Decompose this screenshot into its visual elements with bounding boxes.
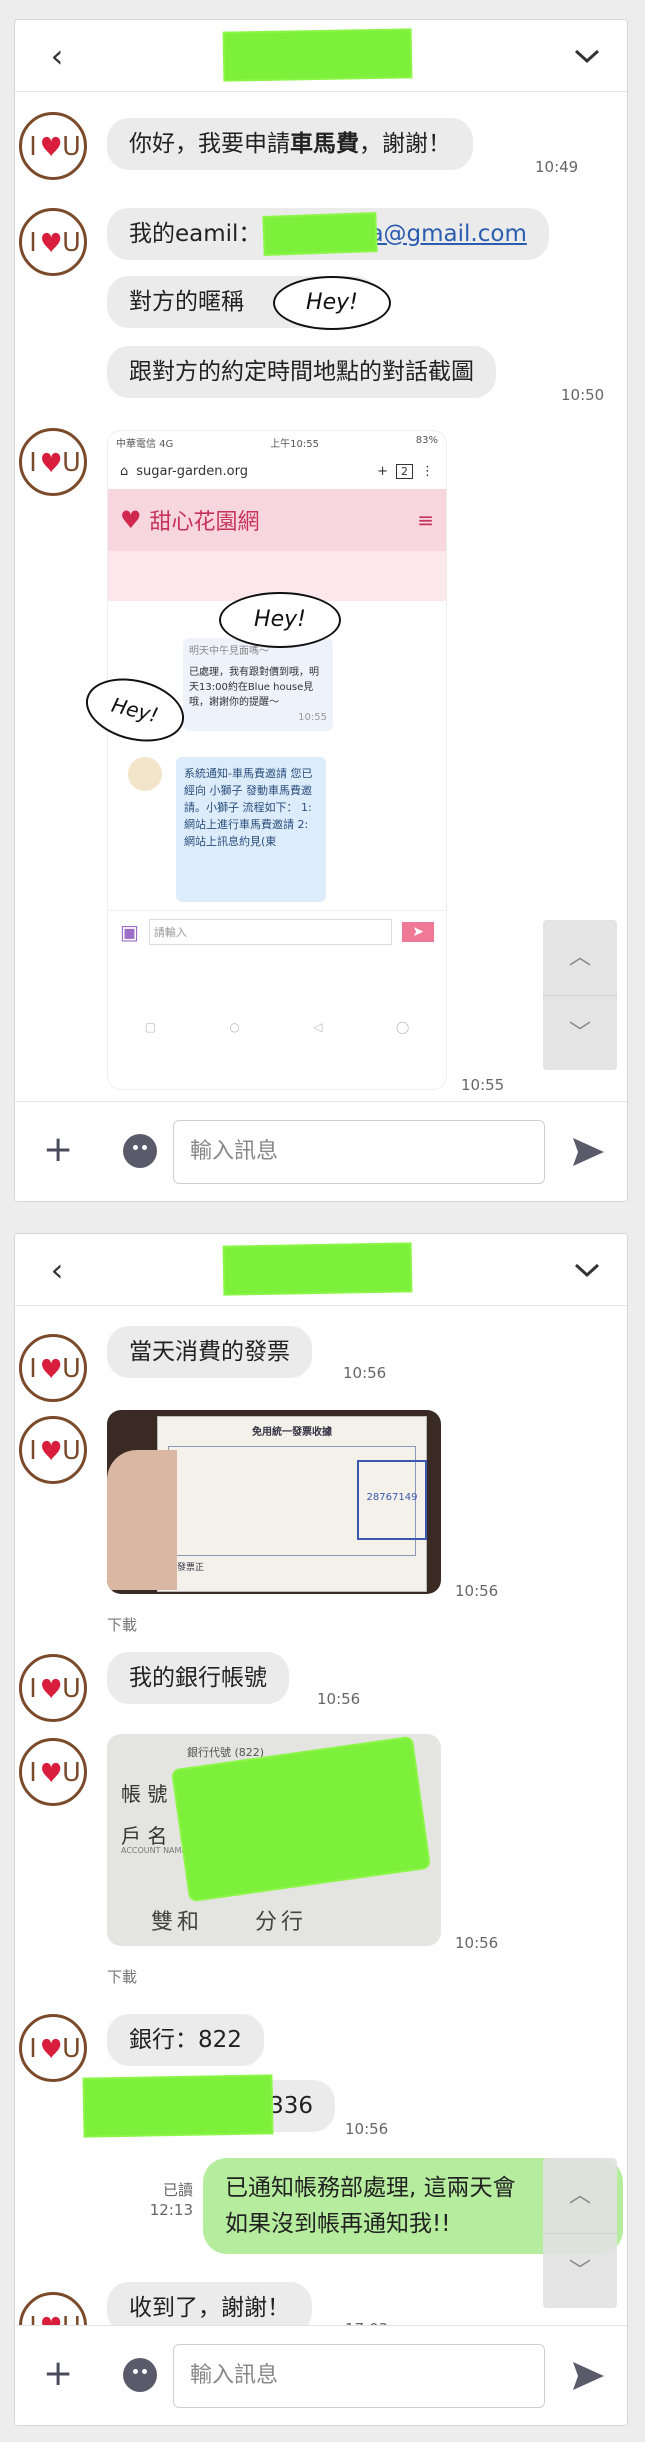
avatar[interactable]: IU xyxy=(19,1334,87,1402)
image-picker-icon: ▣ xyxy=(120,919,139,944)
avatar[interactable]: IU xyxy=(19,1416,87,1484)
emoji-icon[interactable] xyxy=(123,1134,157,1168)
hand xyxy=(107,1450,177,1590)
chevron-down-icon[interactable] xyxy=(569,38,605,74)
message-time: 10:56 xyxy=(345,2120,389,2138)
company-stamp: 28767149 xyxy=(357,1460,427,1540)
chat-header: ‹ xyxy=(15,1234,627,1306)
send-icon: ➤ xyxy=(402,921,434,942)
nav-circle-icon: ○ xyxy=(229,1020,240,1034)
message-time: 10:56 xyxy=(317,1690,361,1708)
svg-text:I: I xyxy=(29,228,37,258)
svg-text:U: U xyxy=(62,132,81,162)
message-time: 10:50 xyxy=(561,386,605,404)
scroll-control: ︿ ﹀ xyxy=(543,920,617,1070)
send-icon[interactable] xyxy=(570,2358,606,2394)
message-bubble: 銀行：822 xyxy=(107,2014,264,2066)
svg-text:U: U xyxy=(62,1674,81,1704)
compose-bar: + 輸入訊息 xyxy=(15,2325,627,2425)
scroll-down-button[interactable]: ﹀ xyxy=(543,995,617,1070)
message-input[interactable]: 輸入訊息 xyxy=(173,2344,545,2408)
message-bubble: 你好，我要申請車馬費，謝謝！ xyxy=(107,118,473,170)
avatar[interactable]: IU xyxy=(19,2014,87,2082)
receipt-image[interactable]: 免用統一發票收據 統發票正 28767149 xyxy=(107,1410,441,1594)
chat-screenshot-1: ‹ IU 你好，我要申請車馬費，謝謝！ 10:49 IU 我的eamil： a@g… xyxy=(14,19,628,1202)
svg-text:U: U xyxy=(62,1354,81,1384)
compose-bar: + 輸入訊息 xyxy=(15,1101,627,1201)
message-time: 10:56 xyxy=(455,1582,499,1600)
scroll-up-button[interactable]: ︿ xyxy=(543,2158,617,2233)
scroll-up-button[interactable]: ︿ xyxy=(543,920,617,995)
hey-sticker: Hey! xyxy=(273,276,391,330)
nav-square-icon: ▢ xyxy=(144,1020,157,1034)
avatar[interactable]: IU xyxy=(19,428,87,496)
download-link[interactable]: 下載 xyxy=(107,1614,137,1635)
read-receipt: 已讀 12:13 xyxy=(149,2181,193,2219)
plus-icon: + xyxy=(377,463,388,479)
message-bubble: 我的銀行帳號 xyxy=(107,1652,289,1704)
email-link[interactable]: a@gmail.com xyxy=(369,221,526,247)
scroll-control: ︿ ﹀ xyxy=(543,2158,617,2308)
nav-back-icon: ◁ xyxy=(313,1020,323,1034)
home-icon: ⌂ xyxy=(120,463,129,479)
svg-text:I: I xyxy=(29,1674,37,1704)
contact-name-redacted xyxy=(224,30,411,80)
avatar[interactable]: IU xyxy=(19,208,87,276)
svg-text:I: I xyxy=(29,1436,37,1466)
svg-text:I: I xyxy=(29,448,37,478)
avatar[interactable]: IU xyxy=(19,1654,87,1722)
svg-text:U: U xyxy=(62,2034,81,2064)
message-input[interactable]: 輸入訊息 xyxy=(173,1120,545,1184)
svg-text:I: I xyxy=(29,2034,37,2064)
message-time: 10:49 xyxy=(535,158,579,176)
plus-icon[interactable]: + xyxy=(43,2356,73,2392)
character-avatar xyxy=(128,757,162,791)
message-bubble: 跟對方的約定時間地點的對話截圖 xyxy=(107,346,496,398)
emoji-icon[interactable] xyxy=(123,2358,157,2392)
plus-icon[interactable]: + xyxy=(43,1132,73,1168)
message-bubble: 當天消費的發票 xyxy=(107,1326,312,1378)
avatar[interactable]: IU xyxy=(19,112,87,180)
back-button[interactable]: ‹ xyxy=(39,38,75,74)
svg-text:I: I xyxy=(29,132,37,162)
svg-text:U: U xyxy=(62,1758,81,1788)
svg-text:U: U xyxy=(62,448,81,478)
download-link[interactable]: 下載 xyxy=(107,1966,137,1987)
hey-sticker: Hey! xyxy=(219,592,341,648)
contact-name-redacted xyxy=(224,1244,411,1294)
nav-home-icon: ◯ xyxy=(395,1020,410,1034)
svg-text:I: I xyxy=(29,1758,37,1788)
message-time: 10:56 xyxy=(343,1364,387,1382)
message-time: 10:56 xyxy=(455,1934,499,1952)
back-button[interactable]: ‹ xyxy=(39,1252,75,1288)
redaction-mask xyxy=(264,214,376,254)
send-icon[interactable] xyxy=(570,1134,606,1170)
svg-text:U: U xyxy=(62,1436,81,1466)
chat-header: ‹ xyxy=(15,20,627,92)
scroll-down-button[interactable]: ﹀ xyxy=(543,2233,617,2308)
message-time: 10:55 xyxy=(461,1076,505,1094)
avatar[interactable]: IU xyxy=(19,1738,87,1806)
svg-text:U: U xyxy=(62,228,81,258)
chevron-down-icon[interactable] xyxy=(569,1252,605,1288)
phone-screenshot-image[interactable]: 中華電信 4G 上午10:55 83% ⌂ sugar-garden.org + 2… xyxy=(107,430,447,1090)
svg-text:I: I xyxy=(29,1354,37,1384)
chat-screenshot-2: ‹ IU 當天消費的發票 10:56 IU 免用統一發票收據 統發票正 2876… xyxy=(14,1233,628,2426)
menu-dots-icon: ⋮ xyxy=(421,463,434,479)
heart-logo-icon: ♥ xyxy=(120,506,142,534)
redaction-mask xyxy=(84,2076,272,2136)
hamburger-icon: ≡ xyxy=(417,508,434,532)
